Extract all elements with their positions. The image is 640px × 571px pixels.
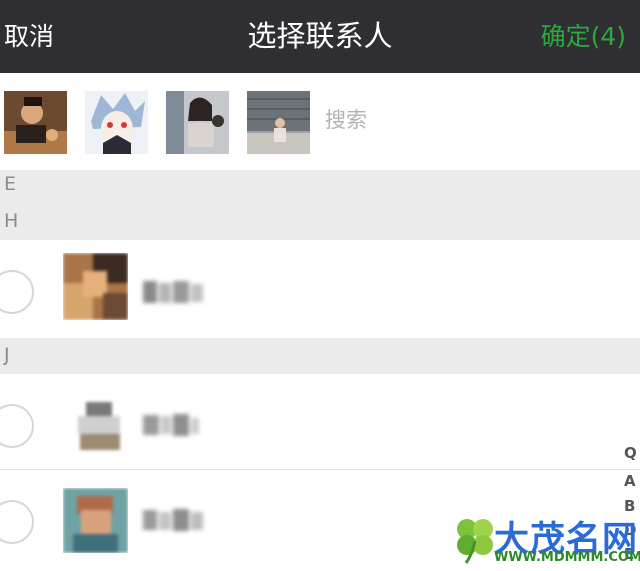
contact-name-redacted <box>143 507 205 534</box>
section-letter: E <box>4 173 17 195</box>
selected-avatar-2[interactable] <box>85 91 148 154</box>
selected-avatar-1[interactable] <box>4 91 67 154</box>
select-radio[interactable] <box>0 270 34 314</box>
contact-row[interactable] <box>0 374 640 469</box>
selected-avatar-3[interactable] <box>166 91 229 154</box>
confirm-button[interactable]: 确定(4) <box>541 0 626 73</box>
selected-contacts-bar <box>0 73 640 170</box>
index-letter-q[interactable]: Q <box>624 444 637 462</box>
contact-name-redacted <box>143 279 205 306</box>
contact-row[interactable] <box>0 240 640 338</box>
watermark-url: WWW.MDMMM.COM <box>494 550 640 565</box>
select-radio[interactable] <box>0 500 34 544</box>
section-header-e: E <box>0 170 640 205</box>
contact-avatar <box>63 488 128 553</box>
nav-bar: 取消 选择联系人 确定(4) <box>0 0 640 73</box>
section-header-j: J <box>0 338 640 374</box>
search-input[interactable]: 搜索 <box>325 104 367 134</box>
contact-avatar <box>70 396 128 454</box>
select-radio[interactable] <box>0 404 34 448</box>
section-letter: J <box>4 344 10 366</box>
contact-name-redacted <box>143 412 201 439</box>
clover-logo-icon <box>457 519 493 564</box>
contact-avatar <box>63 253 128 320</box>
selected-avatar-4[interactable] <box>247 91 310 154</box>
index-letter-a[interactable]: A <box>624 472 636 490</box>
watermark: 大茂名网 WWW.MDMMM.COM <box>450 509 640 571</box>
section-letter: H <box>4 210 19 232</box>
section-header-h: H <box>0 205 640 240</box>
